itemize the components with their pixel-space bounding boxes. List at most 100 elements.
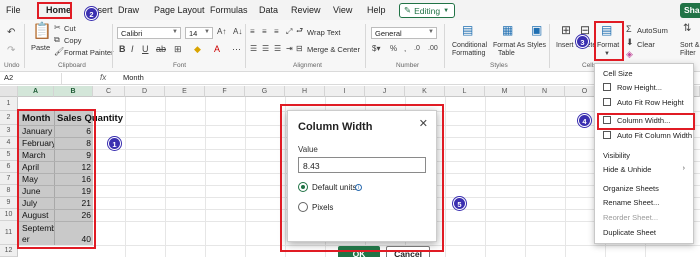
percent-icon[interactable]: % [390,45,397,53]
align-right-icon[interactable]: ☰ [274,45,281,53]
organize-sheets-heading: Organize Sheets [603,184,659,193]
align-top-icon[interactable]: ≡ [250,28,255,36]
chevron-right-icon: › [682,165,685,172]
share-button[interactable]: Shar [680,3,700,18]
wrap-text-button[interactable]: Wrap Text [307,28,341,37]
column-header[interactable]: L [445,86,485,97]
paste-icon[interactable]: 📋 [32,24,52,40]
tab-page-layout[interactable]: Page Layout [154,5,205,15]
select-all-corner[interactable] [0,86,18,97]
menu-item-autofit-column[interactable]: Auto Fit Column Width [617,131,692,140]
row-header[interactable]: 3 [0,125,18,137]
tab-formulas[interactable]: Formulas [210,5,248,15]
autofit-row-icon [603,98,611,106]
tab-review[interactable]: Review [291,5,321,15]
gridline [525,97,526,257]
tab-view[interactable]: View [333,5,352,15]
menu-item-hide-unhide[interactable]: Hide & Unhide [603,165,651,174]
row-header[interactable]: 10 [0,209,18,221]
column-header[interactable]: N [525,86,565,97]
row-header[interactable]: 1 [0,97,18,111]
row-header[interactable]: 11 [0,221,18,245]
more-options-icon[interactable]: ⋯ [232,45,241,54]
tab-draw[interactable]: Draw [118,5,139,15]
menu-item-autofit-row[interactable]: Auto Fit Row Height [617,98,684,107]
column-header[interactable]: G [245,86,285,97]
italic-icon[interactable]: I [131,45,134,54]
borders-icon[interactable]: ⊞ [174,45,182,54]
fx-icon[interactable]: fx [100,73,106,82]
redo-icon[interactable]: ↷ [7,46,15,56]
column-header[interactable]: I [325,86,365,97]
currency-icon[interactable]: $▾ [372,45,380,53]
row-header[interactable]: 7 [0,173,18,185]
gridline [565,97,566,257]
decrease-decimal-icon[interactable]: .00 [428,45,438,52]
cell-styles-button[interactable]: Styles [527,42,546,49]
sort-filter-button[interactable]: Sort & [680,42,699,49]
comma-icon[interactable]: , [404,45,406,53]
column-header[interactable]: J [365,86,405,97]
step-badge: 3 [576,35,589,48]
column-header[interactable]: M [485,86,525,97]
copy-button[interactable]: Copy [64,36,82,45]
font-size-select[interactable]: 14 ▼ [185,27,213,39]
fill-icon: ⬇ [626,37,634,47]
row-header[interactable]: 9 [0,197,18,209]
font-name-select[interactable]: Calibri ▼ [117,27,181,39]
undo-icon[interactable]: ↶ [7,28,15,38]
column-header[interactable]: E [165,86,205,97]
conditional-formatting-line2: Formatting [452,50,486,57]
column-header[interactable]: B [54,86,93,97]
format-painter-button[interactable]: Format Painter [64,48,114,57]
highlight-dialog [280,104,444,252]
row-header[interactable]: 5 [0,149,18,161]
menu-item-rename-sheet[interactable]: Rename Sheet... [603,198,659,207]
shrink-font-icon[interactable]: A↓ [233,28,242,36]
insert-cells-button[interactable]: Insert [556,42,574,49]
row-header[interactable]: 12 [0,245,18,257]
row-header[interactable]: 4 [0,137,18,149]
column-header[interactable]: H [285,86,325,97]
align-bottom-icon[interactable]: ≡ [274,28,279,36]
menu-item-row-height[interactable]: Row Height... [617,83,662,92]
tab-data[interactable]: Data [259,5,278,15]
fill-color-icon[interactable]: ◆ [194,45,201,54]
font-color-icon[interactable]: A [214,45,220,54]
grow-font-icon[interactable]: A↑ [217,28,226,36]
menu-item-duplicate-sheet[interactable]: Duplicate Sheet [603,228,656,237]
tab-file[interactable]: File [6,5,21,15]
column-header[interactable]: D [125,86,165,97]
pencil-icon: ✎ [404,5,412,15]
column-header[interactable]: A [18,86,54,97]
conditional-formatting-button[interactable]: Conditional [452,42,487,49]
orientation-icon[interactable]: ⤢ [286,28,292,36]
strikethrough-icon[interactable]: ab [156,45,166,54]
row-header[interactable]: 2 [0,111,18,125]
align-left-icon[interactable]: ☰ [250,45,257,53]
name-box[interactable]: A2 [2,73,62,84]
row-header[interactable]: 6 [0,161,18,173]
editing-mode-button[interactable]: ✎ Editing ▼ [399,3,456,18]
column-header[interactable]: K [405,86,445,97]
formula-input[interactable]: Month [123,73,144,82]
align-middle-icon[interactable]: ≡ [262,28,267,36]
divider [24,24,25,68]
tab-help[interactable]: Help [367,5,386,15]
bold-icon[interactable]: B [119,45,126,54]
number-format-select[interactable]: General ▼ [371,27,437,39]
align-center-icon[interactable]: ☰ [262,45,269,53]
indent-icon[interactable]: ⇥ [286,45,293,53]
alignment-group-label: Alignment [293,62,322,69]
paste-button[interactable]: Paste [31,43,50,52]
row-header[interactable]: 8 [0,185,18,197]
increase-decimal-icon[interactable]: .0 [414,45,420,52]
underline-icon[interactable]: U [142,45,149,54]
cut-button[interactable]: Cut [64,24,76,33]
autosum-button[interactable]: AutoSum [637,26,668,35]
column-header[interactable]: C [93,86,125,97]
format-as-table-button[interactable]: Format As [493,42,525,49]
merge-center-button[interactable]: Merge & Center [307,45,360,54]
column-header[interactable]: F [205,86,245,97]
clear-button[interactable]: Clear [637,40,655,49]
